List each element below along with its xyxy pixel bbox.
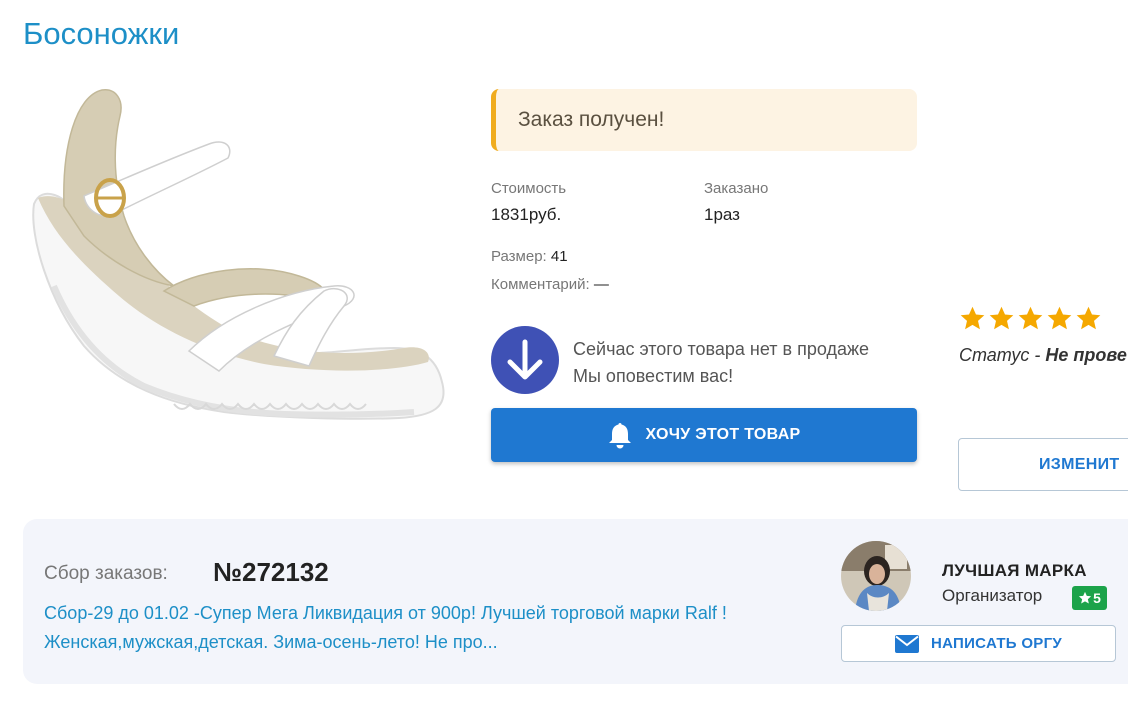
size-label: Размер: — [491, 248, 547, 265]
arrow-down-icon — [491, 326, 559, 394]
size-line: Размер: 41 — [491, 248, 568, 265]
star-icon — [1078, 591, 1092, 604]
want-item-label: ХОЧУ ЭТОТ ТОВАР — [645, 426, 801, 443]
organizer-name[interactable]: ЛУЧШАЯ МАРКА — [942, 561, 1087, 581]
sandal-product-image — [32, 89, 445, 420]
size-value: 41 — [550, 248, 568, 265]
envelope-icon — [894, 634, 919, 653]
price-label: Стоимость — [491, 180, 567, 197]
write-organizer-label: НАПИСАТЬ ОРГУ — [930, 635, 1063, 652]
ordered-value: 1раз — [704, 205, 740, 224]
organizer-avatar[interactable] — [841, 541, 911, 611]
star-icon — [1047, 306, 1072, 330]
avatar-image — [841, 541, 911, 611]
organizer-role: Организатор — [942, 586, 1043, 605]
star-icon — [989, 306, 1014, 330]
status-label: Статус - — [959, 345, 1046, 365]
ordered-label: Заказано — [704, 180, 769, 197]
order-status-line: Статус - Не прове — [959, 345, 1127, 366]
product-title: Босоножки — [23, 16, 180, 51]
write-organizer-button[interactable]: НАПИСАТЬ ОРГУ — [841, 625, 1116, 662]
price-value: 1831руб. — [491, 205, 562, 224]
order-status-banner: Заказ получен! — [491, 89, 917, 151]
product-image[interactable] — [24, 86, 449, 436]
comment-label: Комментарий: — [491, 276, 590, 293]
availability-line-1: Сейчас этого товара нет в продаже — [573, 339, 870, 359]
rating-stars — [959, 305, 1102, 332]
star-icon — [960, 306, 985, 330]
organizer-rating-badge: 5 — [1072, 586, 1107, 610]
availability-line-2: Мы оповестим вас! — [573, 366, 734, 386]
collection-label: Сбор заказов: — [44, 563, 168, 584]
comment-value: — — [593, 276, 609, 293]
order-page: Босоножки Заказ получен! Стоимость 1831р… — [0, 0, 1128, 715]
star-icon — [1018, 306, 1043, 330]
status-value: Не прове — [1045, 345, 1127, 365]
change-button-label: ИЗМЕНИТ — [1039, 455, 1120, 473]
availability-notice: Сейчас этого товара нет в продаже Мы опо… — [573, 336, 869, 390]
change-button[interactable]: ИЗМЕНИТ — [958, 438, 1128, 491]
order-status-text: Заказ получен! — [518, 108, 665, 131]
comment-line: Комментарий: — — [491, 276, 609, 293]
bell-icon — [609, 423, 632, 449]
collection-number[interactable]: №272132 — [213, 557, 329, 588]
star-icon — [1076, 306, 1101, 330]
organizer-rating-value: 5 — [1093, 590, 1101, 606]
want-item-button[interactable]: ХОЧУ ЭТОТ ТОВАР — [491, 408, 917, 462]
collection-description-link[interactable]: Сбор-29 до 01.02 -Супер Мега Ликвидация … — [44, 599, 814, 657]
